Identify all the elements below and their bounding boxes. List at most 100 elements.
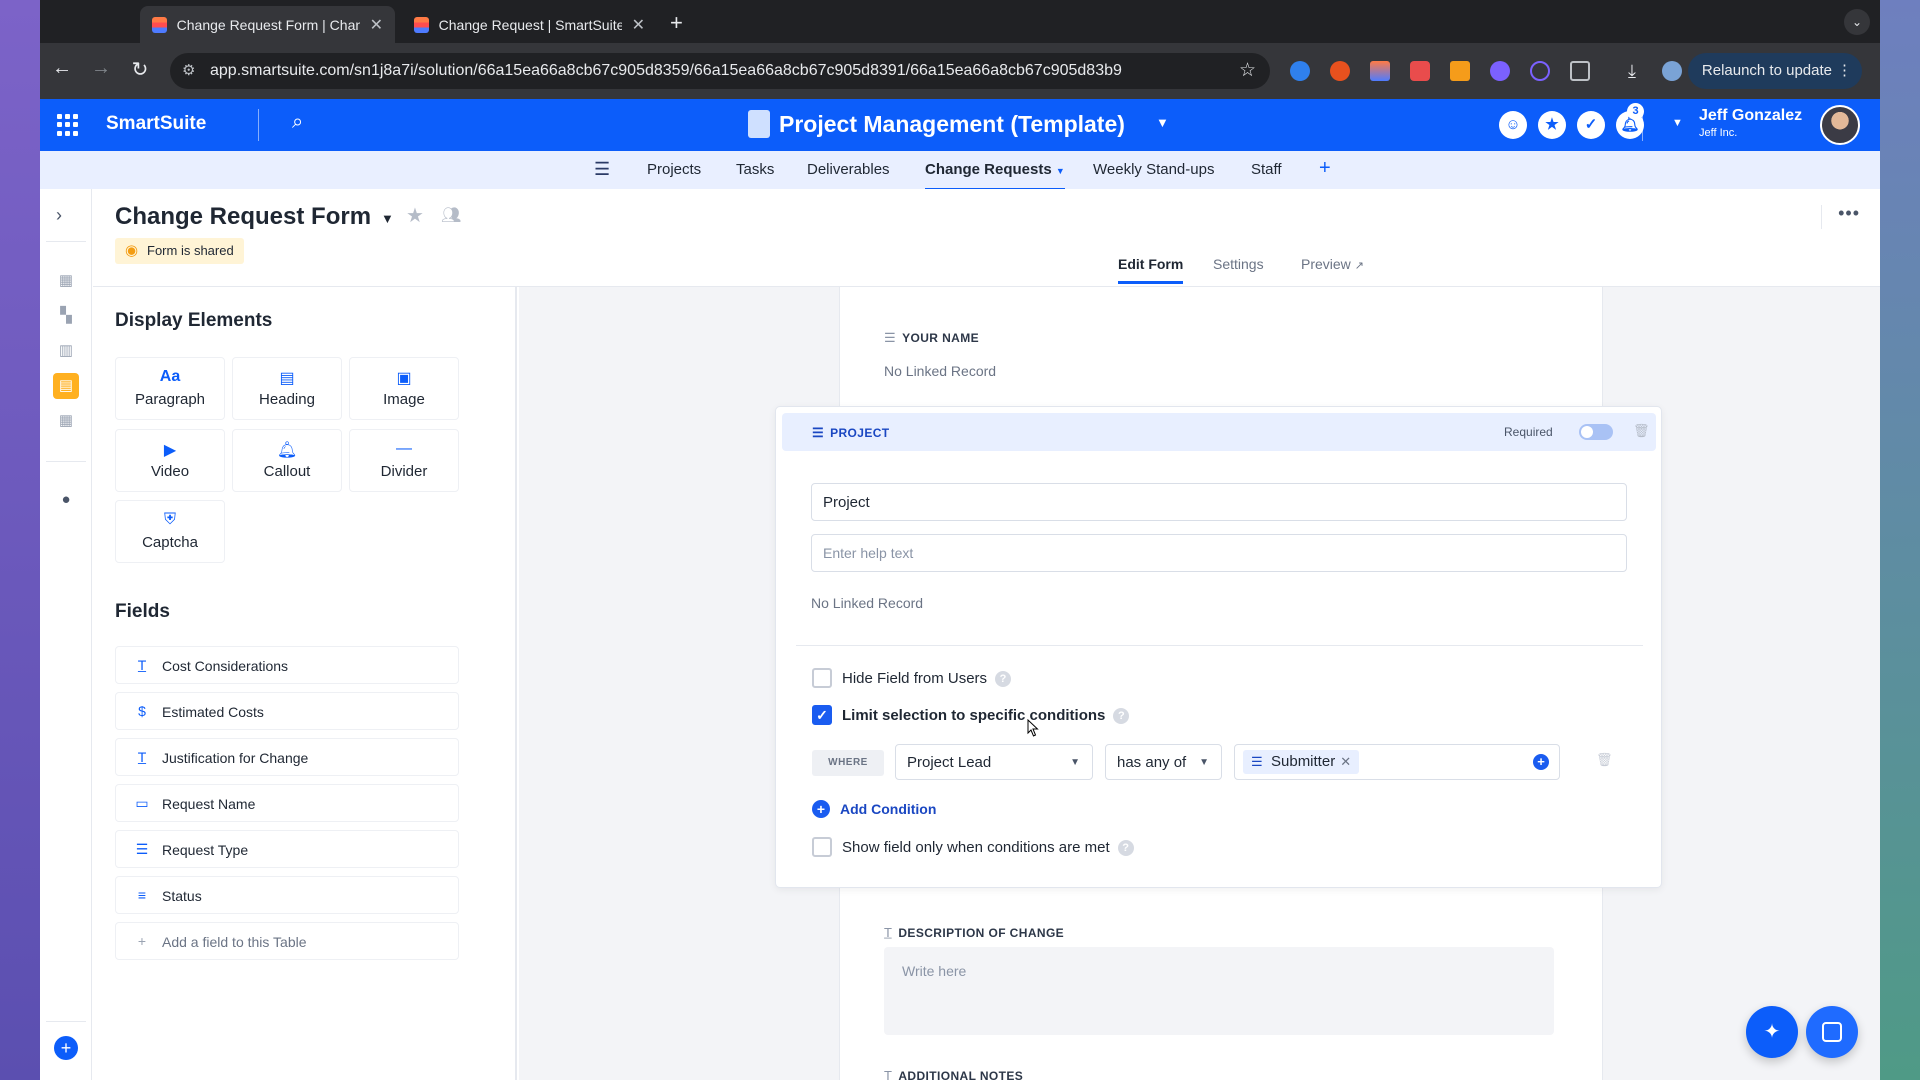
chevron-down-icon[interactable]: ▼ <box>1156 115 1169 130</box>
extension-icon[interactable] <box>1530 61 1550 81</box>
show-field-checkbox[interactable] <box>812 837 832 857</box>
search-icon[interactable]: ⌕ <box>292 111 303 134</box>
field-item-request-type[interactable]: ☰ Request Type <box>115 830 459 868</box>
card-view-icon[interactable]: ▚ <box>57 306 75 324</box>
element-divider[interactable]: — Divider <box>349 429 459 492</box>
more-options-icon[interactable]: ••• <box>1838 203 1860 224</box>
element-video[interactable]: ▶ Video <box>115 429 225 492</box>
element-captcha[interactable]: ⛨ Captcha <box>115 500 225 563</box>
chevron-down-icon[interactable]: ▼ <box>1672 117 1683 129</box>
help-icon[interactable]: ? <box>1113 708 1130 724</box>
back-icon[interactable]: ← <box>48 57 76 80</box>
field-item-status[interactable]: ≡ Status <box>115 876 459 914</box>
tab-projects[interactable]: Projects <box>647 161 701 178</box>
element-heading[interactable]: ▤ Heading <box>232 357 342 420</box>
form-shared-badge[interactable]: ◉ Form is shared <box>115 238 244 264</box>
tab-staff[interactable]: Staff <box>1251 161 1282 178</box>
ai-assistant-button[interactable]: ✦ <box>1746 1006 1798 1058</box>
extension-icon[interactable] <box>1490 61 1510 81</box>
subtab-edit-form[interactable]: Edit Form <box>1118 256 1184 284</box>
extensions-puzzle-icon[interactable] <box>1570 61 1590 81</box>
help-icon[interactable]: ? <box>995 671 1012 687</box>
team-icon[interactable]: ☺ <box>1499 111 1527 139</box>
tab-change-requests[interactable]: Change Requests ▼ <box>925 161 1065 191</box>
condition-value-select[interactable]: ☰ Submitter ✕ + <box>1234 744 1560 780</box>
description-textarea[interactable]: Write here <box>884 947 1554 1035</box>
trash-icon[interactable]: 🗑︎ <box>1633 423 1650 439</box>
video-icon: ▶ <box>163 442 177 459</box>
download-icon[interactable]: ⤓ <box>1622 61 1642 81</box>
hide-field-checkbox[interactable] <box>812 668 832 688</box>
mouse-pointer-icon <box>1027 719 1039 737</box>
address-bar[interactable]: ⚙ app.smartsuite.com/sn1j8a7i/solution/6… <box>170 53 1270 89</box>
tab-tasks[interactable]: Tasks <box>736 161 774 178</box>
site-info-icon[interactable]: ⚙ <box>182 61 195 79</box>
form-view-icon[interactable]: ▤ <box>53 373 79 399</box>
field-label-your-name[interactable]: ☰ YOUR NAME <box>884 330 979 346</box>
condition-field-select[interactable]: Project Lead ▼ <box>895 744 1093 780</box>
tab-search-icon[interactable]: ⌄ <box>1844 9 1870 35</box>
help-text-input[interactable]: Enter help text <box>811 534 1627 572</box>
subtab-preview[interactable]: Preview ↗ <box>1301 256 1364 272</box>
field-item-estimated-costs[interactable]: $ Estimated Costs <box>115 692 459 730</box>
remove-tag-icon[interactable]: ✕ <box>1340 750 1351 774</box>
extension-icon[interactable] <box>1410 61 1430 81</box>
relaunch-button[interactable]: Relaunch to update ⋮ <box>1687 53 1862 89</box>
page-title[interactable]: Change Request Form <box>115 203 371 231</box>
field-label-input[interactable]: Project <box>811 483 1627 521</box>
add-value-icon[interactable]: + <box>1533 754 1549 770</box>
kanban-view-icon[interactable]: ▥ <box>57 341 75 359</box>
bookmark-star-icon[interactable]: ☆ <box>1239 59 1256 82</box>
browser-tab-active[interactable]: Change Request Form | Change Requests ✕ <box>140 6 395 43</box>
extension-icon[interactable] <box>1290 61 1310 81</box>
chat-support-button[interactable] <box>1806 1006 1858 1058</box>
browser-tab[interactable]: Change Request | SmartSuite ✕ <box>402 6 657 43</box>
share-users-icon[interactable]: 👥︎ <box>441 205 461 225</box>
grid-view-icon[interactable]: ▦ <box>57 271 75 289</box>
new-tab-icon[interactable]: + <box>670 10 683 36</box>
brand-logo[interactable]: SmartSuite <box>106 113 206 135</box>
avatar[interactable] <box>1820 105 1860 145</box>
close-tab-icon[interactable]: ✕ <box>632 15 645 35</box>
required-toggle[interactable] <box>1579 424 1613 440</box>
extension-icon[interactable] <box>1330 61 1350 81</box>
forward-icon[interactable]: → <box>87 57 115 80</box>
solution-title[interactable]: Project Management (Template) <box>779 111 1125 138</box>
condition-operator-select[interactable]: has any of ▼ <box>1105 744 1222 780</box>
element-paragraph[interactable]: Aa Paragraph <box>115 357 225 420</box>
star-icon[interactable]: ★ <box>1538 111 1566 139</box>
favorite-star-icon[interactable]: ★ <box>406 203 424 228</box>
tab-weekly-stand-ups[interactable]: Weekly Stand-ups <box>1093 161 1214 178</box>
limit-selection-checkbox[interactable]: ✓ <box>812 705 832 725</box>
dashboard-view-icon[interactable]: ▦ <box>57 411 75 429</box>
field-item-cost-considerations[interactable]: T̲ Cost Considerations <box>115 646 459 684</box>
hamburger-menu-icon[interactable]: ☰ <box>594 159 610 180</box>
close-tab-icon[interactable]: ✕ <box>370 15 383 35</box>
help-icon[interactable]: ? <box>1117 840 1134 856</box>
field-item-justification[interactable]: T̲ Justification for Change <box>115 738 459 776</box>
smartsuite-extension-icon[interactable] <box>1370 61 1390 81</box>
element-image[interactable]: ▣ Image <box>349 357 459 420</box>
expand-sidebar-icon[interactable]: › <box>56 205 62 226</box>
profile-avatar-icon[interactable] <box>1662 61 1682 81</box>
remove-condition-icon[interactable]: 🗑︎ <box>1596 752 1613 768</box>
field-label-additional-notes[interactable]: T̲ ADDITIONAL NOTES <box>884 1068 1023 1080</box>
user-name[interactable]: Jeff Gonzalez <box>1699 107 1802 125</box>
person-icon[interactable]: ● <box>57 491 75 509</box>
url-text: app.smartsuite.com/sn1j8a7i/solution/66a… <box>210 62 1122 79</box>
add-field-button[interactable]: + Add a field to this Table <box>115 922 459 960</box>
add-view-button[interactable]: + <box>54 1036 78 1060</box>
apps-grid-icon[interactable] <box>57 114 79 136</box>
add-table-icon[interactable]: + <box>1319 157 1331 180</box>
field-label-description[interactable]: T̲ DESCRIPTION OF CHANGE <box>884 925 1064 940</box>
check-icon[interactable]: ✓ <box>1577 111 1605 139</box>
chevron-down-icon[interactable]: ▼ <box>381 211 394 226</box>
field-item-request-name[interactable]: ▭ Request Name <box>115 784 459 822</box>
browser-menu-icon[interactable]: ⋮ <box>1837 53 1852 89</box>
element-callout[interactable]: 🔔︎ Callout <box>232 429 342 492</box>
reload-icon[interactable]: ↻ <box>126 57 154 82</box>
subtab-settings[interactable]: Settings <box>1213 256 1264 272</box>
tab-deliverables[interactable]: Deliverables <box>807 161 890 178</box>
extension-icon[interactable] <box>1450 61 1470 81</box>
add-condition-button[interactable]: + Add Condition <box>812 800 936 818</box>
